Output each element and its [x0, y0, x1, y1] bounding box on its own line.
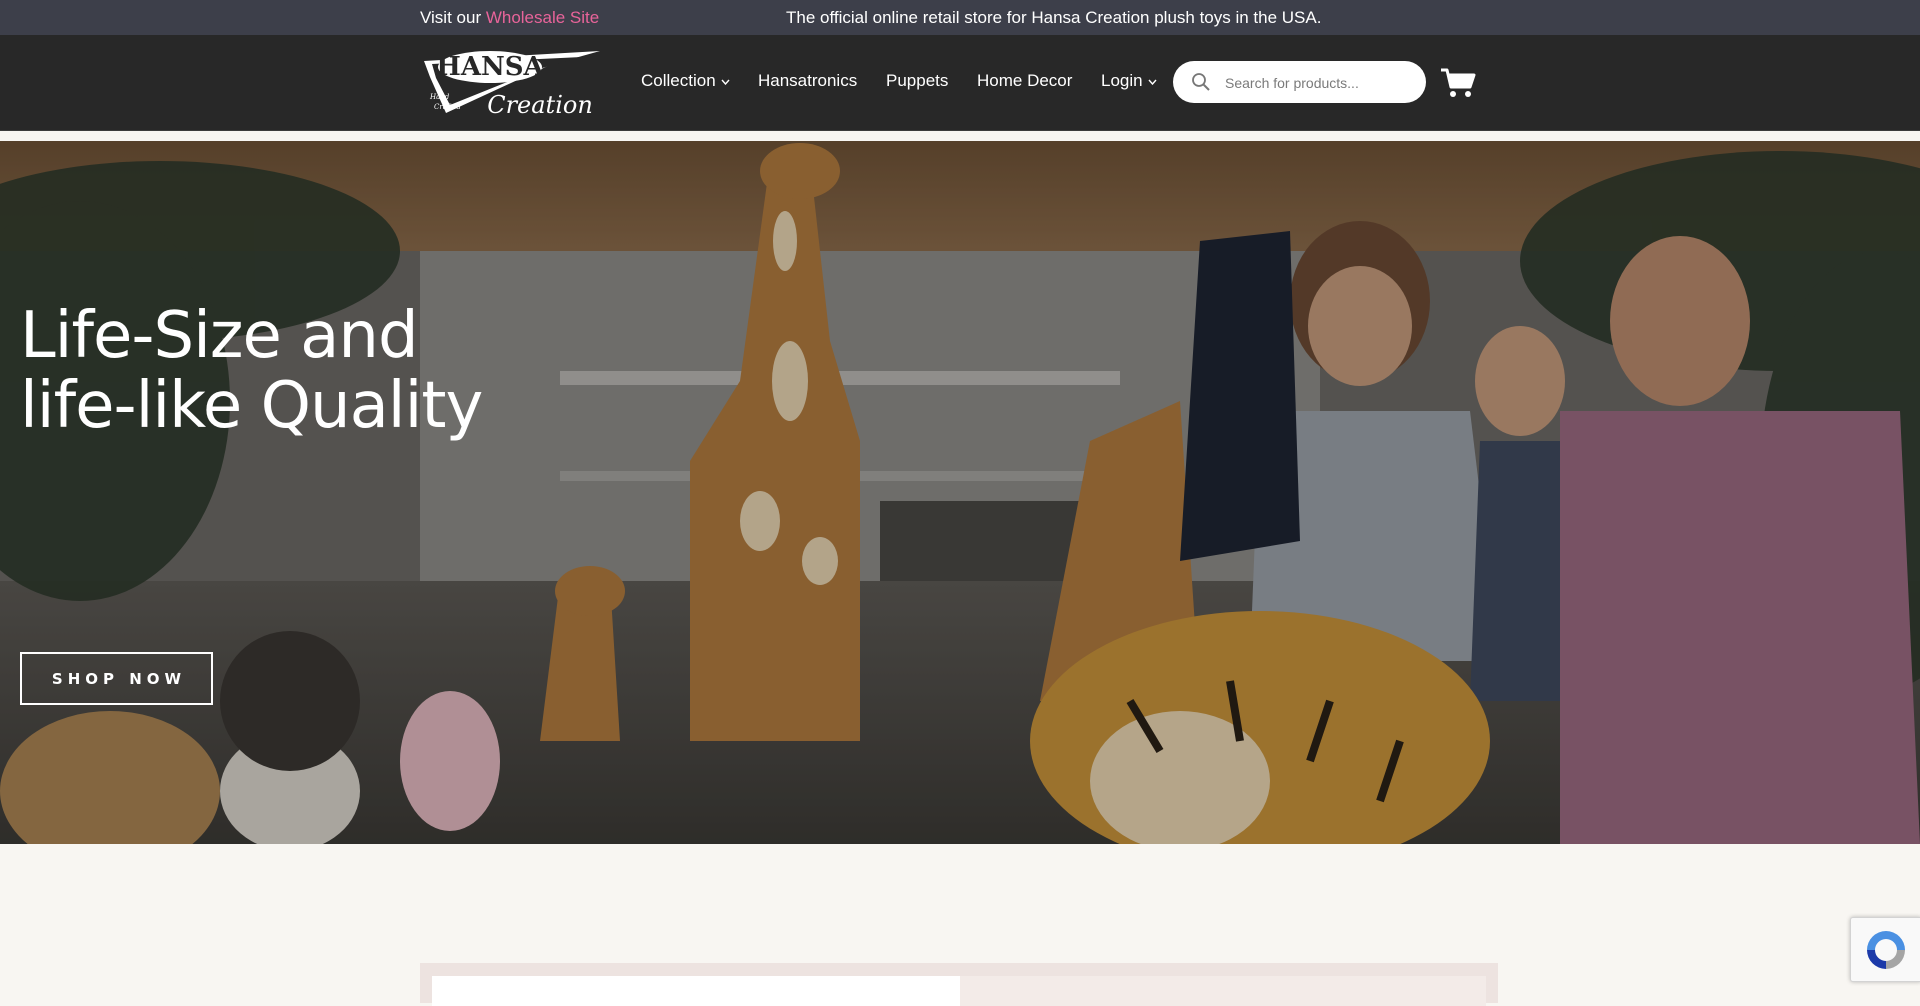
cart-icon[interactable]: [1440, 67, 1476, 99]
search-icon[interactable]: [1191, 72, 1211, 92]
nav-item-home-decor[interactable]: Home Decor: [977, 71, 1072, 91]
wholesale-prefix: Visit our: [420, 8, 486, 27]
nav-item-collection[interactable]: Collection: [641, 71, 730, 91]
logo-brand-text: HANSA: [436, 52, 544, 82]
featured-card-panel: [960, 976, 1486, 1006]
logo-tagline-1: Hand: [429, 93, 450, 101]
chevron-down-icon: [1148, 79, 1157, 85]
hero-title-line-2: life-like Quality: [20, 369, 483, 443]
hero-image: [0, 141, 1920, 844]
nav-label-home-decor: Home Decor: [977, 71, 1073, 90]
product-search: [1173, 61, 1426, 103]
search-input[interactable]: [1223, 71, 1417, 95]
recaptcha-badge[interactable]: [1850, 917, 1920, 982]
logo-script-text: Creation: [487, 91, 593, 117]
hero-title-line-1: Life-Size and: [20, 299, 419, 373]
nav-label-puppets: Puppets: [886, 71, 949, 90]
shop-now-button[interactable]: SHOP NOW: [20, 652, 213, 705]
nav-label-hansatronics: Hansatronics: [758, 71, 858, 90]
official-store-text: The official online retail store for Han…: [786, 8, 1322, 27]
logo-tagline-2: Crafted: [434, 103, 461, 111]
nav-item-hansatronics[interactable]: Hansatronics: [758, 71, 857, 91]
hero-title: Life-Size and life-like Quality: [20, 299, 483, 443]
nav-item-login[interactable]: Login: [1101, 71, 1157, 91]
recaptcha-icon: [1867, 931, 1905, 969]
nav-label-login: Login: [1101, 71, 1143, 90]
chevron-down-icon: [721, 79, 730, 85]
featured-card-image: [432, 976, 960, 1006]
wholesale-notice: Visit our Wholesale Site: [420, 8, 599, 28]
nav-item-puppets[interactable]: Puppets: [886, 71, 948, 91]
announcement-bar: Visit our Wholesale Site The official on…: [0, 0, 1920, 35]
wholesale-site-link[interactable]: Wholesale Site: [486, 8, 599, 27]
nav-label-collection: Collection: [641, 71, 716, 90]
hansa-creation-logo[interactable]: HANSA Creation Hand Crafted: [420, 47, 600, 117]
hero-banner: Life-Size and life-like Quality SHOP NOW: [0, 141, 1920, 844]
main-header: HANSA Creation Hand Crafted Collection H…: [0, 35, 1920, 131]
